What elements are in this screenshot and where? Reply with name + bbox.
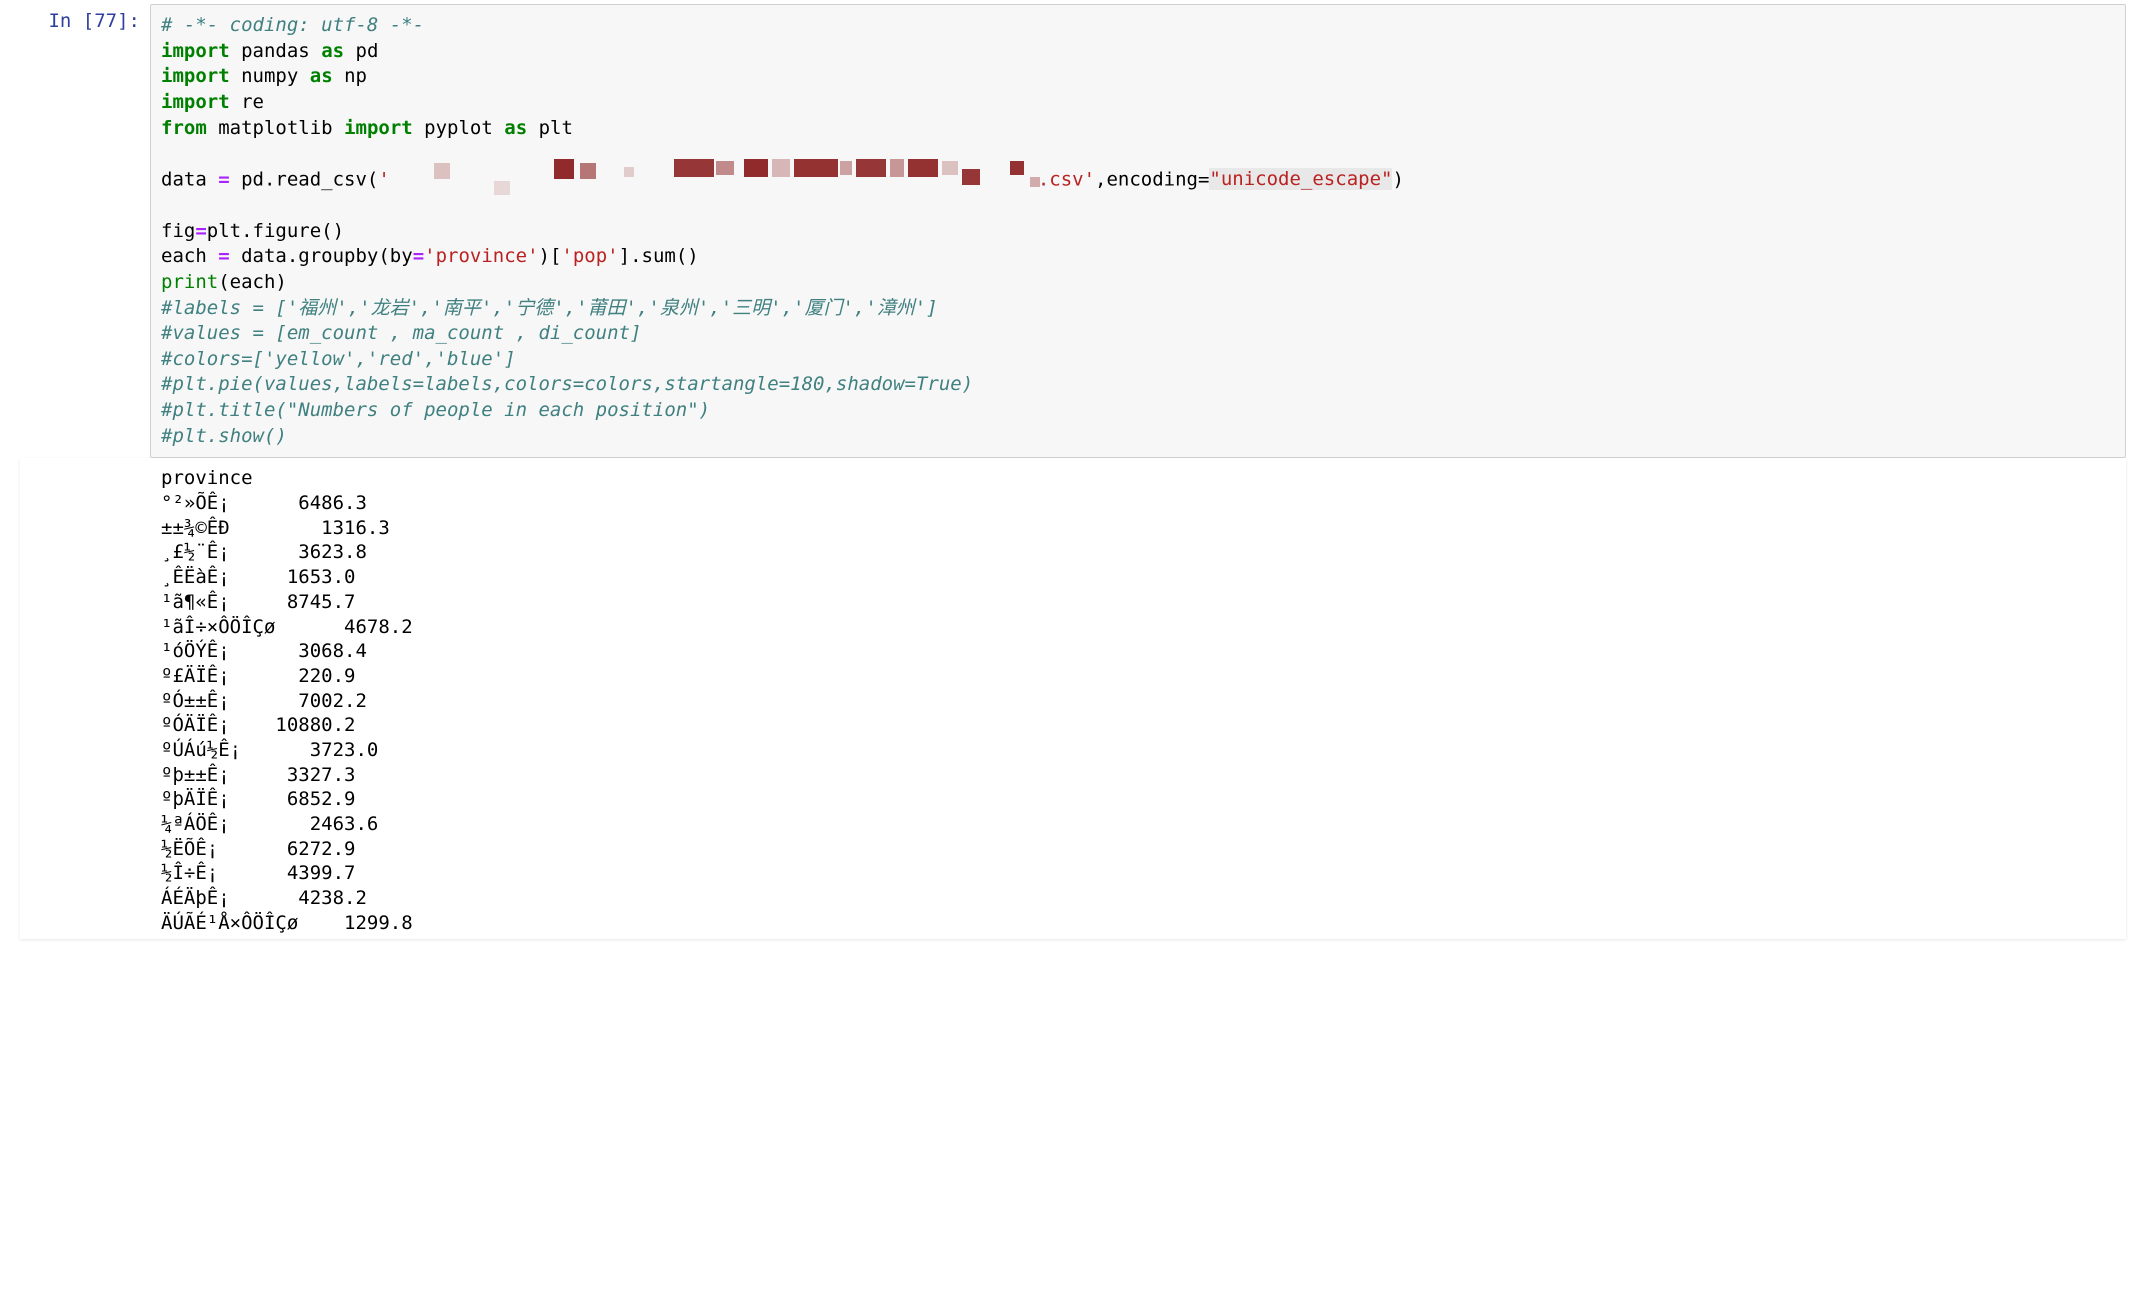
output-row: ºÓÄÏÊ¡ 10880.2 (161, 713, 2086, 738)
output-row: ºþÄÏÊ¡ 6852.9 (161, 787, 2086, 812)
notebook-container: In [77]: # -*- coding: utf-8 -*- import … (0, 0, 2156, 939)
code-line-5: from matplotlib import pyplot as plt (161, 116, 2115, 142)
output-row: ÁÉÄþÊ¡ 4238.2 (161, 886, 2086, 911)
output-row: ½Î÷Ê¡ 4399.7 (161, 861, 2086, 886)
code-line-4: import re (161, 90, 2115, 116)
output-row: ºÚÁú½Ê¡ 3723.0 (161, 738, 2086, 763)
code-line-3: import numpy as np (161, 64, 2115, 90)
code-input-area[interactable]: # -*- coding: utf-8 -*- import pandas as… (150, 4, 2126, 458)
code-line-1: # -*- coding: utf-8 -*- (161, 13, 2115, 39)
input-prompt: In [77]: (0, 0, 150, 458)
output-row: ¼ªÁÖÊ¡ 2463.6 (161, 812, 2086, 837)
output-wrapper: province °²»ÕÊ¡ 6486.3±±¾©ÊÐ 1316.3¸£½¨Ê… (20, 458, 2126, 939)
output-cell: province °²»ÕÊ¡ 6486.3±±¾©ÊÐ 1316.3¸£½¨Ê… (21, 462, 2126, 935)
output-prompt (21, 462, 151, 935)
code-line-2: import pandas as pd (161, 39, 2115, 65)
prompt-label: In [77]: (48, 10, 140, 32)
redacted-filename (394, 167, 1034, 193)
output-row: ½ËÕÊ¡ 6272.9 (161, 837, 2086, 862)
code-line-6: data = pd.read_csv(' .csv',encod (161, 167, 2115, 193)
output-row: ºÓ±±Ê¡ 7002.2 (161, 689, 2086, 714)
code-cell: In [77]: # -*- coding: utf-8 -*- import … (0, 0, 2156, 458)
output-row: ÄÚÃÉ¹Å×ÔÖÎÇø 1299.8 (161, 911, 2086, 936)
output-row: ºþ±±Ê¡ 3327.3 (161, 763, 2086, 788)
code-line-blank-1 (161, 141, 2115, 167)
